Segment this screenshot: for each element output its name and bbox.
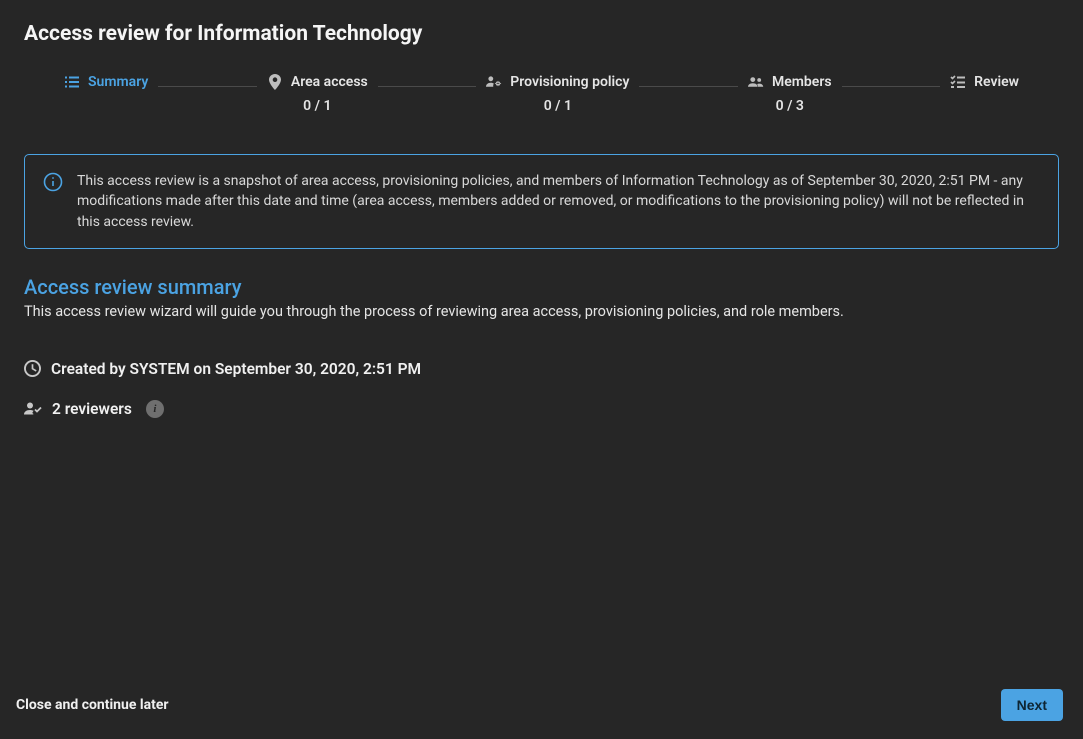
stepper-connector xyxy=(842,86,941,87)
close-and-continue-link[interactable]: Close and continue later xyxy=(16,697,169,713)
users-cog-icon xyxy=(486,74,502,90)
step-count: 0 / 1 xyxy=(303,98,331,114)
step-summary[interactable]: Summary xyxy=(64,74,148,90)
location-pin-icon xyxy=(267,74,283,90)
step-review[interactable]: Review xyxy=(950,74,1019,90)
step-label: Members xyxy=(772,74,832,90)
reviewers-row: 2 reviewers i xyxy=(24,400,1059,418)
list-icon xyxy=(64,74,80,90)
step-label: Review xyxy=(974,74,1019,90)
step-area-access[interactable]: Area access 0 / 1 xyxy=(267,74,368,114)
stepper-connector xyxy=(158,86,257,87)
users-icon xyxy=(748,74,764,90)
clock-icon xyxy=(24,360,41,377)
checklist-icon xyxy=(950,74,966,90)
page-title: Access review for Information Technology xyxy=(0,0,1083,56)
created-by-text: Created by SYSTEM on September 30, 2020,… xyxy=(51,360,421,378)
step-provisioning-policy[interactable]: Provisioning policy 0 / 1 xyxy=(486,74,629,114)
stepper-connector xyxy=(639,86,738,87)
next-button[interactable]: Next xyxy=(1001,689,1063,721)
step-label: Provisioning policy xyxy=(510,74,629,90)
info-alert-text: This access review is a snapshot of area… xyxy=(77,171,1040,232)
created-by-row: Created by SYSTEM on September 30, 2020,… xyxy=(24,360,1059,378)
reviewers-text: 2 reviewers xyxy=(52,400,132,418)
step-count: 0 / 1 xyxy=(544,98,572,114)
info-circle-icon xyxy=(43,172,63,192)
step-label: Area access xyxy=(291,74,368,90)
summary-description: This access review wizard will guide you… xyxy=(24,303,1059,320)
stepper-connector xyxy=(378,86,477,87)
step-members[interactable]: Members 0 / 3 xyxy=(748,74,832,114)
info-alert: This access review is a snapshot of area… xyxy=(24,154,1059,249)
step-label: Summary xyxy=(88,74,148,90)
step-count: 0 / 3 xyxy=(776,98,804,114)
wizard-footer: Close and continue later Next xyxy=(0,675,1083,739)
summary-heading: Access review summary xyxy=(24,275,1059,299)
user-check-icon xyxy=(24,401,42,416)
info-badge-icon[interactable]: i xyxy=(146,400,164,418)
wizard-stepper: Summary Area access 0 / 1 Provisioning p… xyxy=(0,56,1083,114)
